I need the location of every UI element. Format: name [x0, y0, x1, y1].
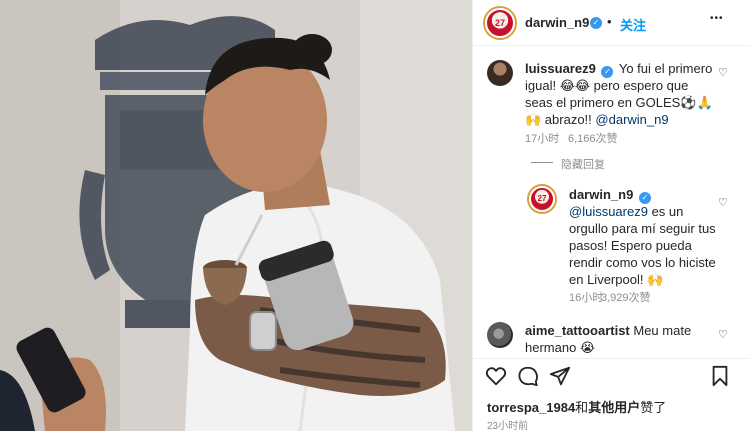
comment-time: 17小时 [525, 133, 560, 145]
avatar-number: 27 [494, 18, 505, 28]
reply-time: 16小时 [569, 292, 604, 304]
liked-by-others[interactable]: 其他用户 [588, 400, 640, 415]
post-photo[interactable] [0, 0, 472, 431]
comment-body: luissuarez9 ✓ Yo fui el primero igual! 😂… [525, 61, 713, 127]
verified-badge-icon: ✓ [590, 17, 602, 29]
heart-icon[interactable] [485, 365, 507, 387]
hide-replies-button[interactable]: 隐藏回复 [561, 156, 605, 172]
follow-button[interactable]: 关注 [620, 15, 646, 34]
post-header: 27 darwin_n9 ✓ • 关注 ••• [473, 0, 750, 46]
comment-icon[interactable] [517, 365, 539, 387]
mention-link[interactable]: @darwin_n9 [595, 112, 668, 127]
action-bar [473, 358, 750, 393]
mention-link[interactable]: @luissuarez9 [569, 204, 648, 219]
author-username[interactable]: darwin_n9 [525, 15, 589, 30]
commenter-avatar[interactable] [487, 60, 513, 86]
reply-body: darwin_n9 ✓ @luissuarez9 es un orgullo p… [569, 187, 716, 287]
comment-like-heart-icon[interactable]: ♡ [718, 66, 728, 79]
reply-like-heart-icon[interactable]: ♡ [718, 196, 728, 209]
separator-dot: • [607, 14, 612, 29]
commenter-username[interactable]: aime_tattooartist [525, 323, 630, 338]
author-avatar[interactable]: 27 [485, 8, 515, 38]
liked-by-user[interactable]: torrespa_1984 [487, 400, 575, 415]
comment-likes-count[interactable]: 6,166次赞 [568, 130, 618, 146]
commenter-username[interactable]: luissuarez9 [525, 61, 596, 76]
more-options-icon[interactable]: ••• [710, 13, 724, 24]
likes-summary: torrespa_1984和其他用户赞了 [487, 400, 667, 415]
post-image [0, 0, 472, 431]
post-timestamp[interactable]: 23小时前 [487, 417, 528, 431]
comment-like-heart-icon[interactable]: ♡ [718, 328, 728, 341]
reply-username[interactable]: darwin_n9 [569, 187, 633, 202]
verified-badge-icon: ✓ [638, 192, 651, 204]
comment-body: aime_tattooartist Meu mate hermano 😭 [525, 323, 692, 355]
reply-avatar[interactable]: 27 [529, 186, 555, 212]
share-icon[interactable] [549, 365, 571, 387]
bookmark-icon[interactable] [709, 365, 731, 387]
post-sidebar: 27 darwin_n9 ✓ • 关注 ••• luissuarez9 ✓ Yo… [472, 0, 750, 431]
commenter-avatar[interactable] [487, 322, 513, 348]
hide-replies-line [531, 162, 553, 163]
reply-likes-count[interactable]: 3,929次赞 [601, 289, 651, 305]
